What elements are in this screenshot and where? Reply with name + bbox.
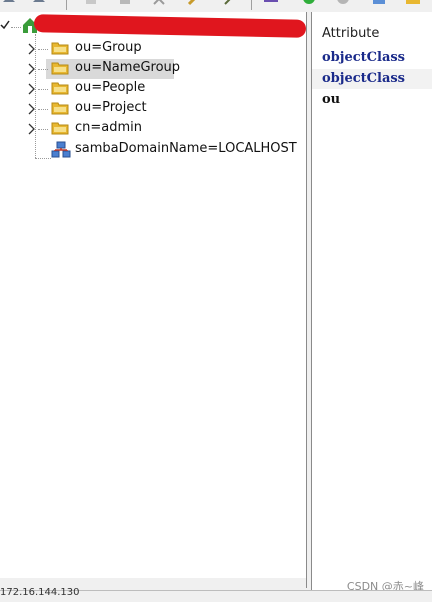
green-check-icon[interactable]: [302, 0, 316, 6]
arrow-icon[interactable]: [222, 0, 236, 6]
redaction-mark: [33, 14, 306, 38]
folder-icon: [51, 82, 69, 95]
attribute-name: objectClass: [322, 71, 406, 86]
tree-connector: [38, 49, 48, 51]
chevron-right-icon[interactable]: [25, 102, 39, 116]
attribute-name: objectClass: [322, 50, 406, 65]
gray-circle-icon[interactable]: [336, 0, 350, 6]
attribute-name: ou: [322, 92, 341, 107]
folder-icon: [51, 62, 69, 75]
folder-icon: [51, 102, 69, 115]
toolbar-separator: [251, 0, 252, 10]
user-icon[interactable]: [264, 0, 278, 6]
attribute-column-header[interactable]: Attribute: [322, 26, 379, 41]
tree-connector: [38, 89, 48, 91]
doc-icon[interactable]: [84, 0, 98, 6]
tree-item-label[interactable]: cn=admin: [75, 119, 142, 137]
tree-connector: [35, 158, 51, 160]
back-icon[interactable]: [2, 0, 16, 6]
folder-icon[interactable]: [406, 0, 420, 6]
attribute-row[interactable]: objectClass: [312, 48, 432, 68]
tree-connector: [38, 109, 48, 111]
refresh-icon[interactable]: [372, 0, 386, 6]
toolbar: [0, 0, 432, 12]
tree-connector: [11, 27, 21, 29]
tree-item-label[interactable]: ou=NameGroup: [75, 59, 180, 77]
chevron-right-icon[interactable]: [25, 42, 39, 56]
attribute-row-highlighted[interactable]: objectClass: [312, 69, 432, 89]
tree-item-label[interactable]: ou=People: [75, 79, 145, 97]
forward-icon[interactable]: [32, 0, 46, 6]
edit-icon[interactable]: [186, 0, 200, 6]
tree-pane[interactable]: ou=Group ou=NameGroup ou=People ou=Proje…: [0, 12, 307, 588]
chevron-right-icon[interactable]: [25, 122, 39, 136]
save-icon[interactable]: [118, 0, 132, 6]
status-text: 172.16.144.130: [0, 587, 80, 598]
tree-connector: [38, 69, 48, 71]
network-domain-icon: [51, 141, 71, 158]
tree-item-label[interactable]: ou=Project: [75, 99, 147, 117]
tree-item-label[interactable]: ou=Group: [75, 39, 142, 57]
status-bar: 172.16.144.130: [0, 587, 432, 602]
chevron-right-icon[interactable]: [25, 82, 39, 96]
chevron-right-icon[interactable]: [25, 62, 39, 76]
tree-connector: [38, 129, 48, 131]
folder-icon: [51, 42, 69, 55]
toolbar-separator: [66, 0, 67, 10]
checkmark-icon: [0, 20, 10, 30]
tree-item-label[interactable]: sambaDomainName=LOCALHOST: [75, 140, 297, 158]
folder-icon: [51, 122, 69, 135]
attribute-row[interactable]: ou: [312, 90, 432, 110]
cut-icon[interactable]: [152, 0, 166, 6]
attribute-pane[interactable]: Attribute objectClass objectClass ou: [311, 12, 432, 590]
